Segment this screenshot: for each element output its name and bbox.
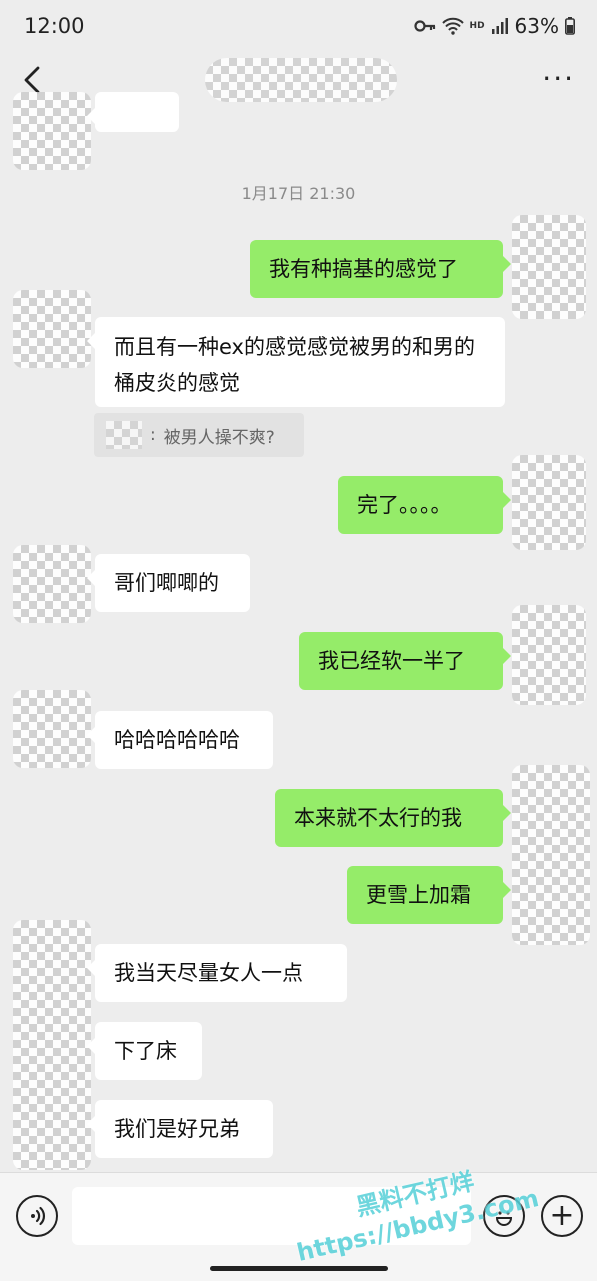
avatar — [13, 92, 91, 170]
message-bubble-incoming[interactable]: 而且有一种ex的感觉感觉被男的和男的桶皮炎的感觉 — [87, 317, 505, 407]
avatar — [13, 545, 91, 623]
battery-percent: 63% — [514, 14, 559, 38]
avatar — [13, 920, 91, 1170]
message-bubble-incoming[interactable]: 我们是好兄弟 — [87, 1100, 273, 1158]
message-bubble-outgoing[interactable]: 本来就不太行的我 — [275, 789, 511, 847]
voice-icon — [31, 1206, 45, 1226]
avatar — [13, 690, 91, 768]
hd-badge: HD — [469, 21, 485, 31]
status-icons: HD 63% — [413, 14, 575, 38]
avatar — [13, 290, 91, 368]
avatar — [512, 455, 586, 550]
message-bubble-incoming[interactable]: 下了床 — [87, 1022, 202, 1080]
contact-name-redacted — [205, 58, 397, 102]
timestamp: 1月17日 21:30 — [241, 184, 356, 203]
quoted-reply[interactable]: : 被男人操不爽? — [94, 413, 304, 457]
message-bubble-outgoing[interactable]: 更雪上加霜 — [347, 866, 511, 924]
quote-separator: : — [150, 425, 156, 445]
avatar — [512, 765, 590, 945]
message-bubble-outgoing[interactable]: 我有种搞基的感觉了 — [250, 240, 511, 298]
partial-message-bubble[interactable] — [87, 92, 179, 132]
avatar — [512, 215, 586, 319]
signal-icon — [491, 18, 508, 34]
plus-button[interactable]: + — [541, 1195, 583, 1237]
quote-sender-redacted — [106, 421, 142, 449]
plus-icon: + — [549, 1198, 575, 1233]
wifi-icon — [441, 17, 464, 35]
message-bubble-incoming[interactable]: 哈哈哈哈哈哈 — [87, 711, 273, 769]
home-indicator — [210, 1266, 388, 1271]
message-bubble-incoming[interactable]: 我当天尽量女人一点 — [87, 944, 347, 1002]
status-time: 12:00 — [24, 14, 85, 38]
status-bar: 12:00 HD 63% — [0, 0, 597, 52]
voice-button[interactable] — [16, 1195, 58, 1237]
quote-text: 被男人操不爽? — [163, 427, 275, 448]
message-bubble-outgoing[interactable]: 我已经软一半了 — [299, 632, 511, 690]
message-bubble-incoming[interactable]: 哥们唧唧的 — [87, 554, 250, 612]
more-button[interactable]: ··· — [542, 62, 575, 95]
key-icon — [413, 20, 435, 32]
avatar — [512, 605, 586, 705]
battery-icon — [565, 17, 575, 35]
message-bubble-outgoing[interactable]: 完了。。。。 — [338, 476, 511, 534]
